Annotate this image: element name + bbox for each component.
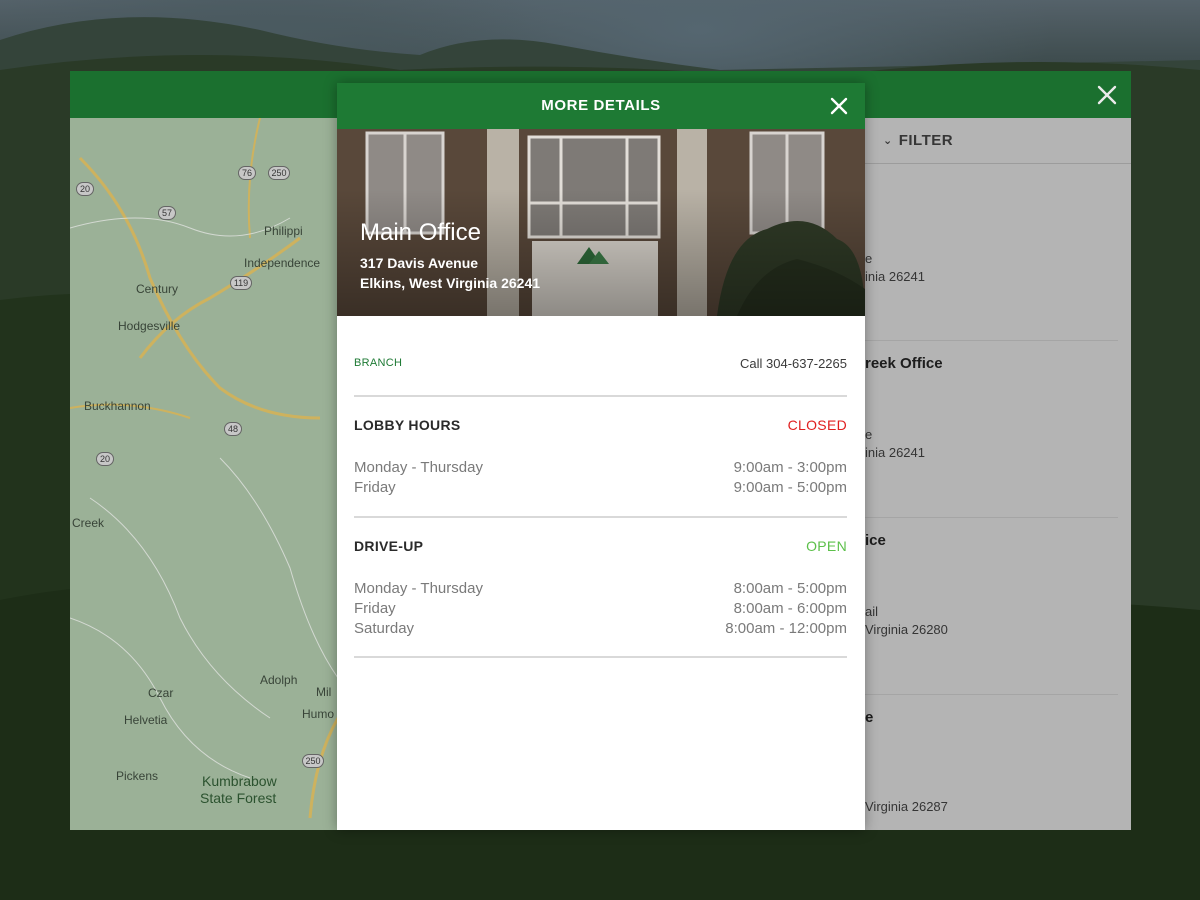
close-icon[interactable] — [827, 94, 851, 118]
hours-time: 8:00am - 12:00pm — [725, 620, 847, 637]
lobby-hours-section: LOBBY HOURS CLOSED Monday - Thursday 9:0… — [354, 417, 847, 497]
drive-up-title: DRIVE-UP — [354, 538, 424, 554]
hours-days: Monday - Thursday — [354, 459, 483, 476]
hours-days: Saturday — [354, 620, 415, 637]
hours-time: 9:00am - 3:00pm — [733, 459, 847, 476]
modal-header: MORE DETAILS — [337, 83, 865, 129]
branch-name: Main Office — [360, 219, 481, 246]
divider — [354, 516, 847, 518]
branch-address-line1: 317 Davis Avenue — [360, 255, 479, 271]
lobby-status-badge: CLOSED — [787, 417, 847, 433]
hours-time: 8:00am - 5:00pm — [733, 580, 847, 597]
divider — [354, 656, 847, 658]
call-link[interactable]: Call 304-637-2265 — [740, 356, 847, 371]
hours-days: Friday — [354, 479, 396, 496]
hours-row: Friday 9:00am - 5:00pm — [354, 479, 847, 499]
hours-days: Friday — [354, 600, 396, 617]
hours-time: 8:00am - 6:00pm — [733, 600, 847, 617]
branch-type-label: BRANCH — [354, 357, 403, 369]
branch-meta-row: BRANCH Call 304-637-2265 — [354, 355, 847, 375]
divider — [354, 395, 847, 397]
more-details-modal: MORE DETAILS Main Office 317 Davis Avenu… — [337, 83, 865, 830]
hours-row: Saturday 8:00am - 12:00pm — [354, 620, 847, 640]
drive-up-status-badge: OPEN — [806, 538, 847, 554]
hours-row: Monday - Thursday 8:00am - 5:00pm — [354, 580, 847, 600]
modal-title: MORE DETAILS — [541, 97, 661, 114]
lobby-hours-title: LOBBY HOURS — [354, 417, 461, 433]
hours-days: Monday - Thursday — [354, 580, 483, 597]
hours-time: 9:00am - 5:00pm — [733, 479, 847, 496]
drive-up-section: DRIVE-UP OPEN Monday - Thursday 8:00am -… — [354, 538, 847, 638]
hours-row: Friday 8:00am - 6:00pm — [354, 600, 847, 620]
branch-address-line2: Elkins, West Virginia 26241 — [360, 275, 541, 291]
hours-row: Monday - Thursday 9:00am - 3:00pm — [354, 459, 847, 479]
branch-photo: Main Office 317 Davis Avenue Elkins, Wes… — [337, 129, 865, 316]
